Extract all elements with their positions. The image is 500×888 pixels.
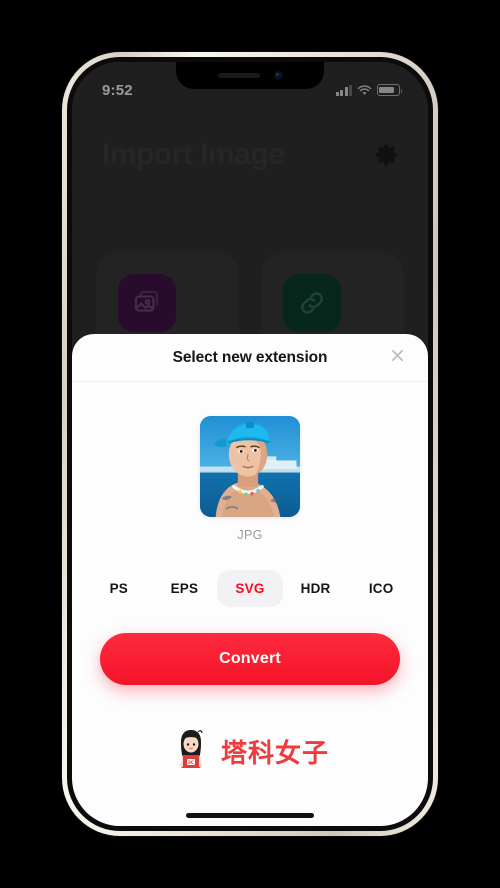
image-thumbnail[interactable] [200, 416, 300, 517]
phone-bezel: 9:52 Import Image Select new extension J… [67, 57, 433, 831]
mascot-icon: 3C [171, 727, 211, 776]
phone-screen: 9:52 Import Image Select new extension J… [72, 62, 428, 826]
sheet-header: Select new extension [72, 334, 428, 382]
watermark-text: 塔科女子 [220, 739, 329, 769]
select-extension-sheet: Select new extension JPG PS EPS SVG HDR … [72, 334, 428, 826]
image-preview: JPG [72, 382, 428, 542]
image-format-label: JPG [237, 528, 263, 542]
notch [176, 62, 324, 89]
phone-frame: 9:52 Import Image Select new extension J… [62, 52, 438, 836]
earpiece-speaker-icon [217, 73, 260, 78]
watermark: 3C 塔科女子 [72, 685, 428, 826]
close-icon [389, 347, 406, 369]
extension-tab-svg[interactable]: SVG [217, 570, 283, 607]
convert-button-wrapper: Convert [72, 633, 428, 685]
sheet-title: Select new extension [172, 348, 328, 366]
home-indicator[interactable] [186, 813, 314, 818]
front-camera-icon [273, 71, 283, 80]
screenshot-stage: 9:52 Import Image Select new extension J… [0, 0, 500, 888]
extension-tab-eps[interactable]: EPS [152, 570, 218, 607]
extension-tab-ico[interactable]: ICO [348, 570, 414, 607]
extension-tabs: PS EPS SVG HDR ICO [72, 570, 428, 607]
extension-tab-hdr[interactable]: HDR [283, 570, 349, 607]
svg-text:3C: 3C [188, 760, 194, 766]
convert-button[interactable]: Convert [100, 633, 400, 685]
extension-tab-ps[interactable]: PS [86, 570, 152, 607]
thumbnail-artwork [200, 416, 300, 517]
close-button[interactable] [384, 345, 410, 371]
